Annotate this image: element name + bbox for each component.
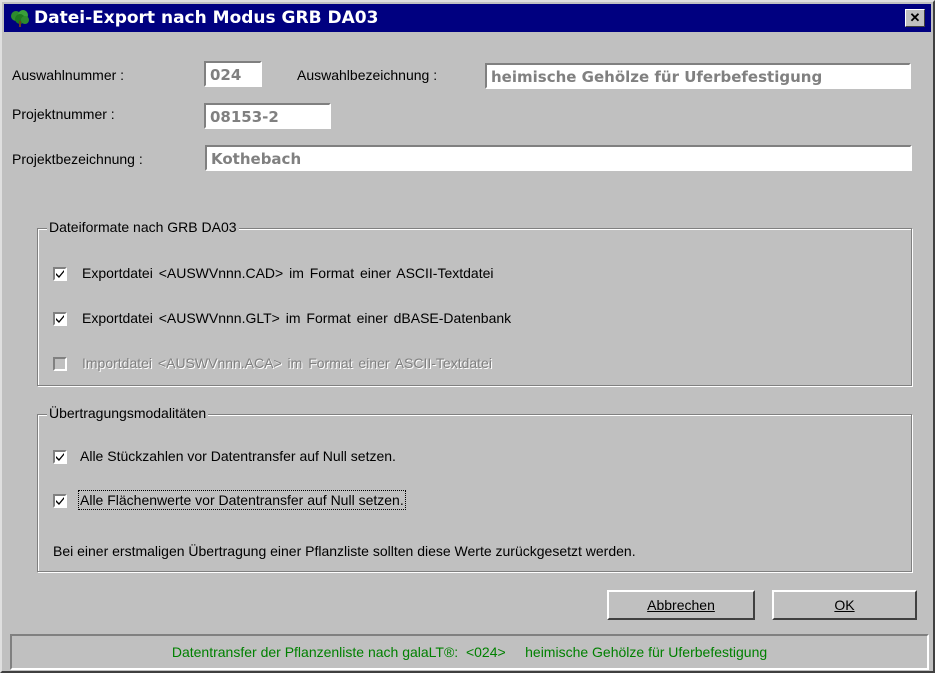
- close-icon: ✕: [909, 10, 921, 25]
- stueckzahlen-checkbox[interactable]: [53, 450, 67, 464]
- cancel-button[interactable]: Abbrechen: [607, 590, 755, 620]
- projektbezeichnung-field[interactable]: Kothebach: [205, 145, 912, 171]
- export-glt-checkbox[interactable]: [53, 312, 67, 326]
- checkmark-icon: [56, 315, 64, 323]
- ok-button[interactable]: OK: [772, 590, 917, 620]
- checkmark-icon: [56, 270, 64, 278]
- status-bar: Datentransfer der Pflanzenliste nach gal…: [10, 634, 929, 670]
- ok-button-label: OK: [834, 597, 855, 613]
- status-text: Datentransfer der Pflanzenliste nach gal…: [171, 644, 768, 660]
- import-aca-checkbox: [53, 357, 67, 371]
- projektnummer-label: Projektnummer :: [12, 106, 115, 122]
- auswahlnummer-field[interactable]: 024: [204, 61, 262, 87]
- auswahlbezeichnung-label: Auswahlbezeichnung :: [297, 67, 438, 83]
- uebertragung-legend: Übertragungsmodalitäten: [47, 405, 209, 421]
- title-bar[interactable]: Datei-Export nach Modus GRB DA03 ✕: [4, 4, 931, 32]
- flaechenwerte-checkbox[interactable]: [53, 494, 67, 508]
- import-aca-label: Importdatei <AUSWVnnn.ACA> im Format ein…: [82, 355, 492, 371]
- projektbezeichnung-label: Projektbezeichnung :: [12, 151, 143, 167]
- projektnummer-field[interactable]: 08153-2: [204, 103, 331, 129]
- dateiformate-legend: Dateiformate nach GRB DA03: [47, 219, 239, 235]
- close-button[interactable]: ✕: [905, 9, 925, 27]
- cancel-button-label: Abbrechen: [647, 597, 715, 613]
- flaechenwerte-label[interactable]: Alle Flächenwerte vor Datentransfer auf …: [78, 490, 406, 510]
- auswahlnummer-label: Auswahlnummer :: [12, 67, 125, 83]
- export-glt-label[interactable]: Exportdatei <AUSWVnnn.GLT> im Format ein…: [82, 310, 511, 326]
- tree-app-icon: [10, 9, 30, 27]
- stueckzahlen-label[interactable]: Alle Stückzahlen vor Datentransfer auf N…: [80, 448, 396, 464]
- export-dialog: Datei-Export nach Modus GRB DA03 ✕ Auswa…: [0, 0, 935, 673]
- auswahlbezeichnung-field[interactable]: heimische Gehölze für Uferbefestigung: [485, 63, 911, 89]
- reset-hint-text: Bei einer erstmaligen Übertragung einer …: [53, 543, 636, 559]
- checkmark-icon: [56, 453, 64, 461]
- window-title: Datei-Export nach Modus GRB DA03: [34, 8, 379, 28]
- export-cad-checkbox[interactable]: [53, 267, 67, 281]
- checkmark-icon: [56, 497, 64, 505]
- export-cad-label[interactable]: Exportdatei <AUSWVnnn.CAD> im Format ein…: [82, 265, 494, 281]
